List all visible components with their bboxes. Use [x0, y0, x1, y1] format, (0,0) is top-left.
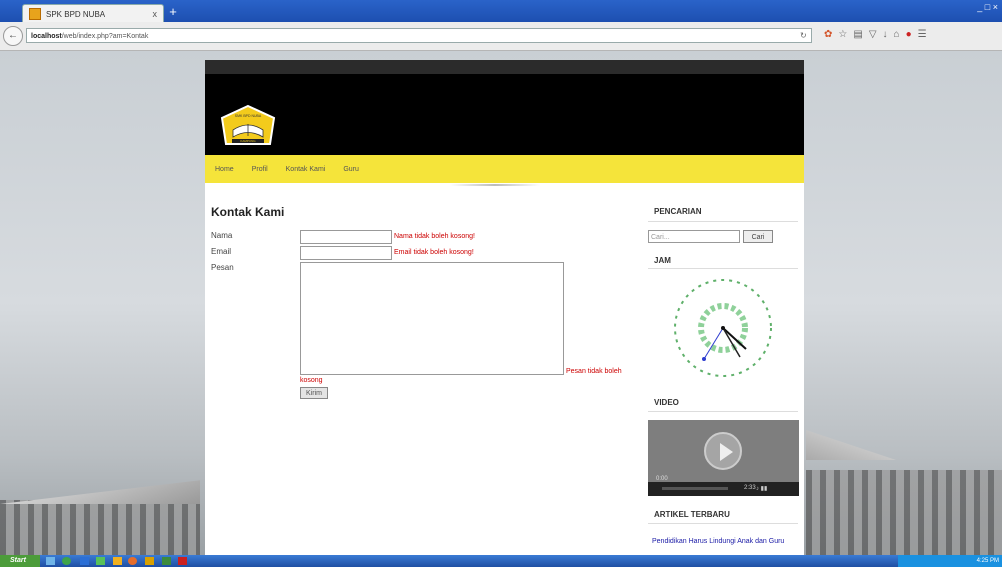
kirim-button[interactable]: Kirim	[300, 387, 328, 399]
site-header-strip	[205, 60, 804, 74]
new-tab-button[interactable]: +	[165, 5, 181, 19]
logo-subtext: KAMPUNG	[240, 139, 256, 143]
volume-icon[interactable]: ♪ ▮▮	[756, 485, 767, 492]
firefox-icon[interactable]	[128, 557, 137, 565]
play-icon[interactable]	[704, 432, 742, 470]
system-tray: 4:25 PM	[898, 555, 1002, 567]
divider	[648, 411, 798, 412]
video-progress-bar[interactable]	[662, 487, 728, 490]
browser-toolbar: ✿ ☆ ▤ ▽ ↓ ⌂ ● ☰	[824, 29, 927, 40]
pesan-textarea[interactable]	[300, 262, 564, 375]
pesan-label: Pesan	[211, 263, 234, 272]
reload-icon[interactable]: ↻	[800, 31, 807, 40]
pocket-icon[interactable]: ▽	[869, 29, 877, 40]
address-bar[interactable]: localhost/web/index.php?am=Kontak	[26, 28, 812, 43]
email-input[interactable]	[300, 246, 392, 260]
building-left-image	[0, 500, 200, 555]
bookmark-star-icon[interactable]: ☆	[838, 29, 847, 40]
email-label: Email	[211, 247, 232, 256]
clock-title: JAM	[654, 256, 671, 265]
building-right-image	[806, 470, 1002, 555]
tab-title: SPK BPD NUBA	[46, 9, 106, 19]
app-icon[interactable]	[178, 557, 187, 565]
home-icon[interactable]: ⌂	[894, 29, 900, 40]
tab-close-icon[interactable]: x	[153, 9, 158, 19]
app-icon[interactable]	[113, 557, 122, 565]
divider	[648, 268, 798, 269]
app-icon[interactable]	[62, 557, 71, 565]
pesan-error-cont: kosong	[300, 377, 323, 384]
show-desktop-icon[interactable]	[46, 557, 55, 565]
search-button[interactable]: Cari	[743, 230, 773, 243]
window-controls[interactable]: _ □ ×	[977, 2, 998, 12]
adblock-icon[interactable]: ●	[906, 29, 912, 40]
url-path: /web/index.php?am=Kontak	[61, 33, 149, 40]
favicon-icon	[29, 8, 41, 20]
menu-icon[interactable]: ☰	[918, 29, 927, 40]
video-time-current: 0:00	[656, 476, 668, 482]
menu-home[interactable]: Home	[215, 166, 234, 173]
search-title: PENCARIAN	[654, 207, 702, 216]
browser-tab[interactable]: SPK BPD NUBA x	[22, 4, 164, 23]
nama-error: Nama tidak boleh kosong!	[394, 233, 475, 240]
menu-kontak-kami[interactable]: Kontak Kami	[286, 166, 326, 173]
school-logo-icon: SMK BPD NUBA KAMPUNG	[220, 104, 276, 145]
back-arrow-icon[interactable]: ←	[3, 26, 23, 46]
logo-text: SMK BPD NUBA	[235, 114, 262, 118]
email-error: Email tidak boleh kosong!	[394, 249, 474, 256]
articles-title: ARTIKEL TERBARU	[654, 510, 730, 519]
download-icon[interactable]: ↓	[883, 29, 888, 40]
divider	[648, 523, 798, 524]
menu-profil[interactable]: Profil	[252, 166, 268, 173]
nama-label: Nama	[211, 231, 233, 240]
article-link[interactable]: Pendidikan Harus Lindungi Anak dan Guru	[652, 537, 792, 546]
app-icon[interactable]	[80, 557, 89, 565]
pesan-error: Pesan tidak boleh	[566, 368, 622, 375]
menu-shadow	[450, 184, 540, 186]
taskbar-clock[interactable]: 4:25 PM	[977, 558, 999, 564]
analog-clock-icon	[674, 279, 772, 377]
site-menu: Home Profil Kontak Kami Guru	[205, 155, 804, 183]
site-header	[205, 60, 804, 155]
video-time-total: 2:33	[744, 485, 756, 491]
page-title: Kontak Kami	[211, 205, 285, 219]
url-host: localhost	[31, 33, 62, 40]
nama-input[interactable]	[300, 230, 392, 244]
app-icon[interactable]	[162, 557, 171, 565]
app-icon[interactable]	[145, 557, 154, 565]
search-input[interactable]: Cari...	[648, 230, 740, 243]
reading-list-icon[interactable]: ▤	[853, 29, 862, 40]
start-button[interactable]: Start	[0, 555, 40, 567]
video-title: VIDEO	[654, 398, 679, 407]
addon-icon[interactable]: ✿	[824, 29, 832, 40]
divider	[648, 221, 798, 222]
app-icon[interactable]	[96, 557, 105, 565]
menu-guru[interactable]: Guru	[343, 166, 359, 173]
